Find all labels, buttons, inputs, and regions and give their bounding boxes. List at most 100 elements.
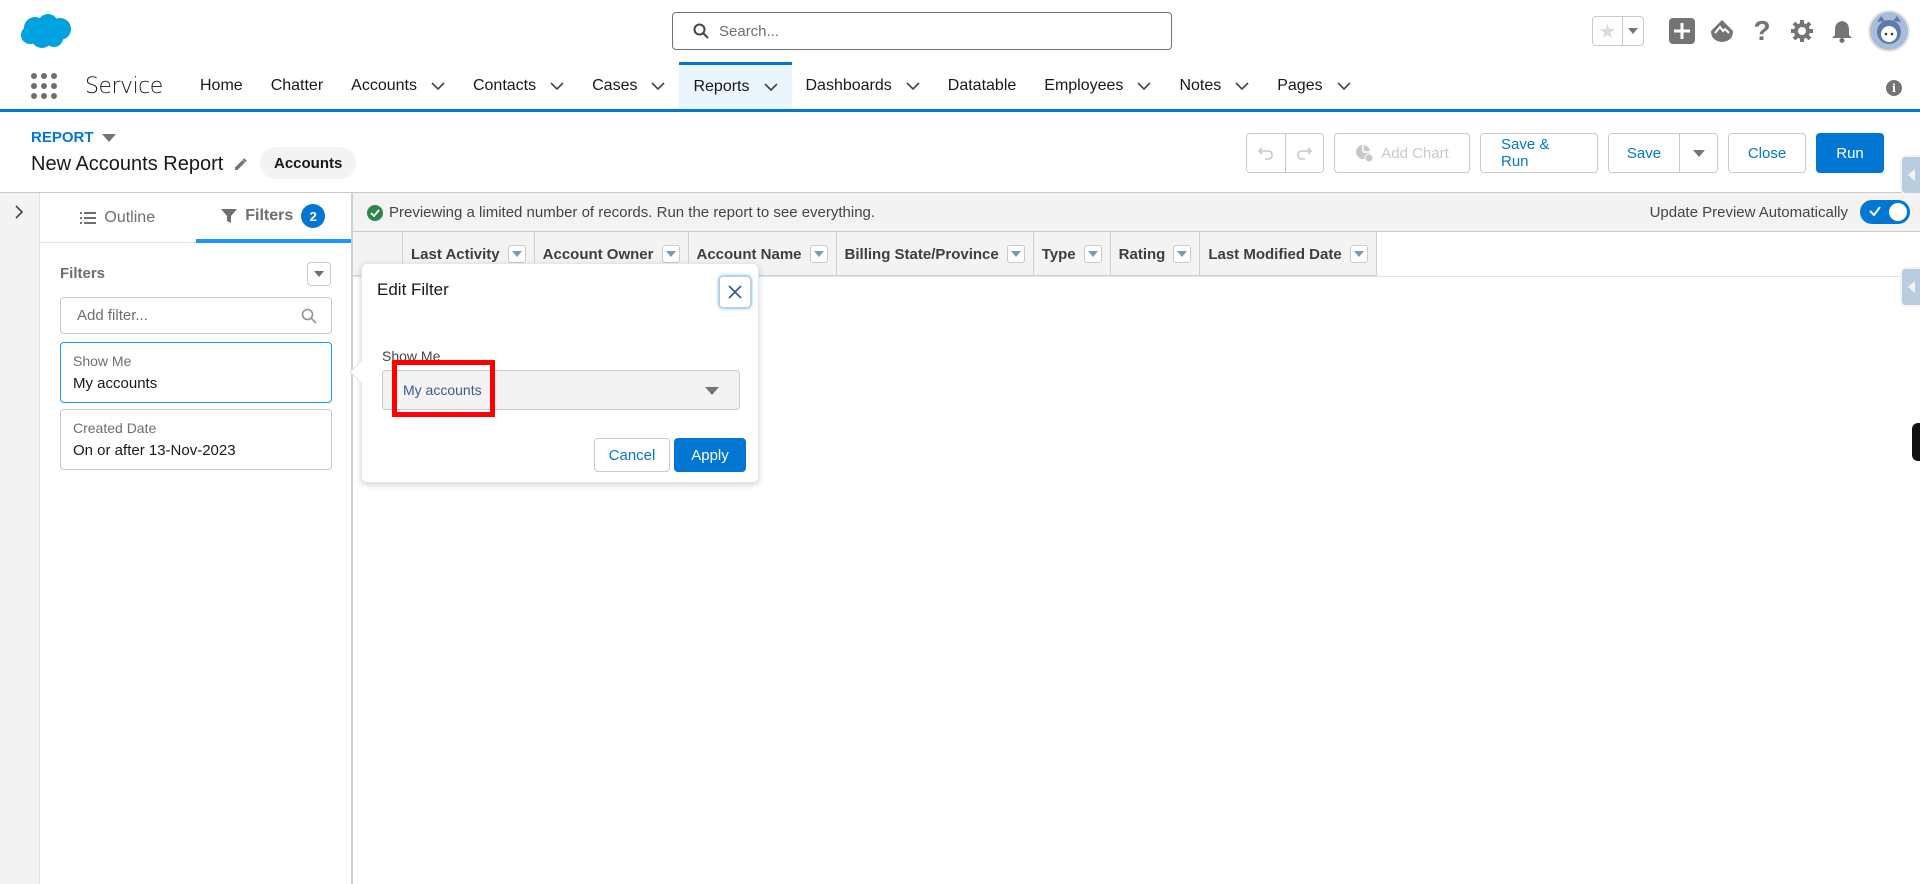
favorites-dropdown-icon[interactable] xyxy=(1623,17,1643,45)
trailhead-guidance-icon[interactable] xyxy=(1702,11,1742,51)
caret-down-icon xyxy=(705,387,719,395)
preview-message-text: Previewing a limited number of records. … xyxy=(389,204,876,221)
column-header-last-modified-date[interactable]: Last Modified Date xyxy=(1200,232,1377,276)
chevron-right-icon[interactable] xyxy=(14,205,24,224)
column-label: Billing State/Province xyxy=(844,245,999,263)
add-chart-button[interactable]: Add Chart xyxy=(1334,133,1470,173)
nav-item-datatable[interactable]: Datatable xyxy=(934,62,1031,109)
edit-pencil-icon[interactable] xyxy=(233,157,248,172)
favorites-star-icon[interactable]: ★ xyxy=(1593,17,1623,45)
nav-item-employees[interactable]: Employees xyxy=(1030,62,1165,109)
filter-value: On or after 13-Nov-2023 xyxy=(73,442,236,459)
undo-button[interactable] xyxy=(1247,134,1285,172)
column-header-rating[interactable]: Rating xyxy=(1111,232,1201,276)
filter-funnel-icon xyxy=(221,209,238,223)
cancel-button[interactable]: Cancel xyxy=(594,438,670,472)
filter-card-created-date[interactable]: Created Date On or after 13-Nov-2023 xyxy=(60,409,332,470)
app-launcher-icon[interactable] xyxy=(30,72,58,100)
column-header-type[interactable]: Type xyxy=(1034,232,1111,276)
auto-update-label: Update Preview Automatically xyxy=(1649,203,1848,221)
undo-icon xyxy=(1257,147,1273,160)
nav-item-dashboards[interactable]: Dashboards xyxy=(792,62,934,109)
filter-card-show-me[interactable]: Show Me My accounts xyxy=(60,342,332,403)
info-icon[interactable]: i xyxy=(1886,80,1902,96)
auto-update-toggle[interactable] xyxy=(1860,200,1910,224)
nav-item-reports[interactable]: Reports xyxy=(679,62,792,109)
redo-icon xyxy=(1297,147,1313,160)
global-actions-plus-icon[interactable] xyxy=(1662,11,1702,51)
show-me-selected-value: My accounts xyxy=(403,382,482,398)
column-menu-icon[interactable] xyxy=(1083,245,1102,263)
show-me-label: Show Me xyxy=(382,348,441,364)
chevron-down-icon[interactable] xyxy=(763,80,778,94)
filter-count-badge: 2 xyxy=(301,204,326,228)
preview-bar: Previewing a limited number of records. … xyxy=(353,193,1920,232)
save-button[interactable]: Save xyxy=(1609,134,1679,172)
filters-menu-button[interactable] xyxy=(307,262,331,286)
nav-item-home[interactable]: Home xyxy=(186,62,257,109)
nav-item-label: Chatter xyxy=(270,76,324,94)
chevron-left-icon xyxy=(1907,281,1915,293)
collapse-panel-handle[interactable] xyxy=(1900,267,1920,307)
add-filter-input[interactable]: Add filter... xyxy=(60,297,332,334)
redo-button[interactable] xyxy=(1284,134,1323,172)
global-search-input[interactable]: Search... xyxy=(672,12,1172,50)
chevron-down-icon[interactable] xyxy=(1235,79,1249,93)
salesforce-logo[interactable] xyxy=(20,13,72,49)
close-popover-button[interactable] xyxy=(719,276,751,308)
collapse-panel-handle[interactable] xyxy=(1900,155,1920,195)
save-button-group: Save xyxy=(1608,133,1718,173)
nav-item-notes[interactable]: Notes xyxy=(1165,62,1263,109)
nav-item-label: Notes xyxy=(1179,76,1222,94)
column-menu-icon[interactable] xyxy=(809,245,828,263)
run-button[interactable]: Run xyxy=(1816,133,1884,173)
column-header-billing-state[interactable]: Billing State/Province xyxy=(837,232,1034,276)
nav-item-cases[interactable]: Cases xyxy=(578,62,679,109)
chevron-down-icon[interactable] xyxy=(906,79,920,93)
column-menu-icon[interactable] xyxy=(1349,245,1368,263)
filter-value: My accounts xyxy=(73,375,158,392)
column-menu-icon[interactable] xyxy=(1173,245,1192,263)
apply-button[interactable]: Apply xyxy=(674,438,746,472)
side-drawer-handle[interactable] xyxy=(1912,423,1920,461)
save-menu-button[interactable] xyxy=(1679,134,1717,172)
report-menu[interactable]: REPORT xyxy=(31,129,116,146)
filter-label: Show Me xyxy=(73,353,132,369)
caret-down-icon xyxy=(314,271,324,277)
tab-filters[interactable]: Filters 2 xyxy=(195,193,351,243)
column-menu-icon[interactable] xyxy=(507,245,526,263)
show-me-select[interactable]: My accounts xyxy=(382,370,740,410)
column-label: Last Modified Date xyxy=(1208,245,1342,263)
help-icon[interactable]: ? xyxy=(1742,11,1782,51)
nav-item-chatter[interactable]: Chatter xyxy=(257,62,337,109)
chevron-down-icon[interactable] xyxy=(1337,79,1351,93)
notifications-bell-icon[interactable] xyxy=(1822,11,1862,51)
chevron-down-icon[interactable] xyxy=(651,79,666,93)
list-icon xyxy=(80,212,97,224)
nav-item-label: Pages xyxy=(1277,76,1323,94)
column-menu-icon[interactable] xyxy=(1006,245,1025,263)
report-builder-header: REPORT New Accounts Report Accounts Add … xyxy=(0,113,1920,193)
nav-item-label: Reports xyxy=(693,78,750,95)
column-menu-icon[interactable] xyxy=(661,245,680,263)
undo-redo-group xyxy=(1246,133,1324,173)
close-button[interactable]: Close xyxy=(1728,133,1806,173)
chevron-down-icon[interactable] xyxy=(431,79,445,93)
nav-item-label: Accounts xyxy=(351,76,417,94)
setup-gear-icon[interactable] xyxy=(1782,11,1822,51)
chevron-down-icon[interactable] xyxy=(550,79,564,93)
tab-outline[interactable]: Outline xyxy=(40,193,196,243)
nav-item-contacts[interactable]: Contacts xyxy=(459,62,578,109)
nav-item-pages[interactable]: Pages xyxy=(1263,62,1364,109)
chevron-down-icon[interactable] xyxy=(1137,79,1152,93)
toggle-knob xyxy=(1889,203,1907,221)
add-filter-placeholder: Add filter... xyxy=(77,307,148,324)
nav-item-accounts[interactable]: Accounts xyxy=(337,62,459,109)
user-avatar[interactable] xyxy=(1868,10,1910,52)
search-icon xyxy=(301,308,317,324)
report-toolbar: Add Chart Save & Run Save Close Run xyxy=(1246,133,1884,173)
left-rail xyxy=(0,193,40,884)
nav-item-label: Dashboards xyxy=(805,76,892,94)
save-and-run-button[interactable]: Save & Run xyxy=(1480,133,1598,173)
close-icon xyxy=(728,285,742,299)
